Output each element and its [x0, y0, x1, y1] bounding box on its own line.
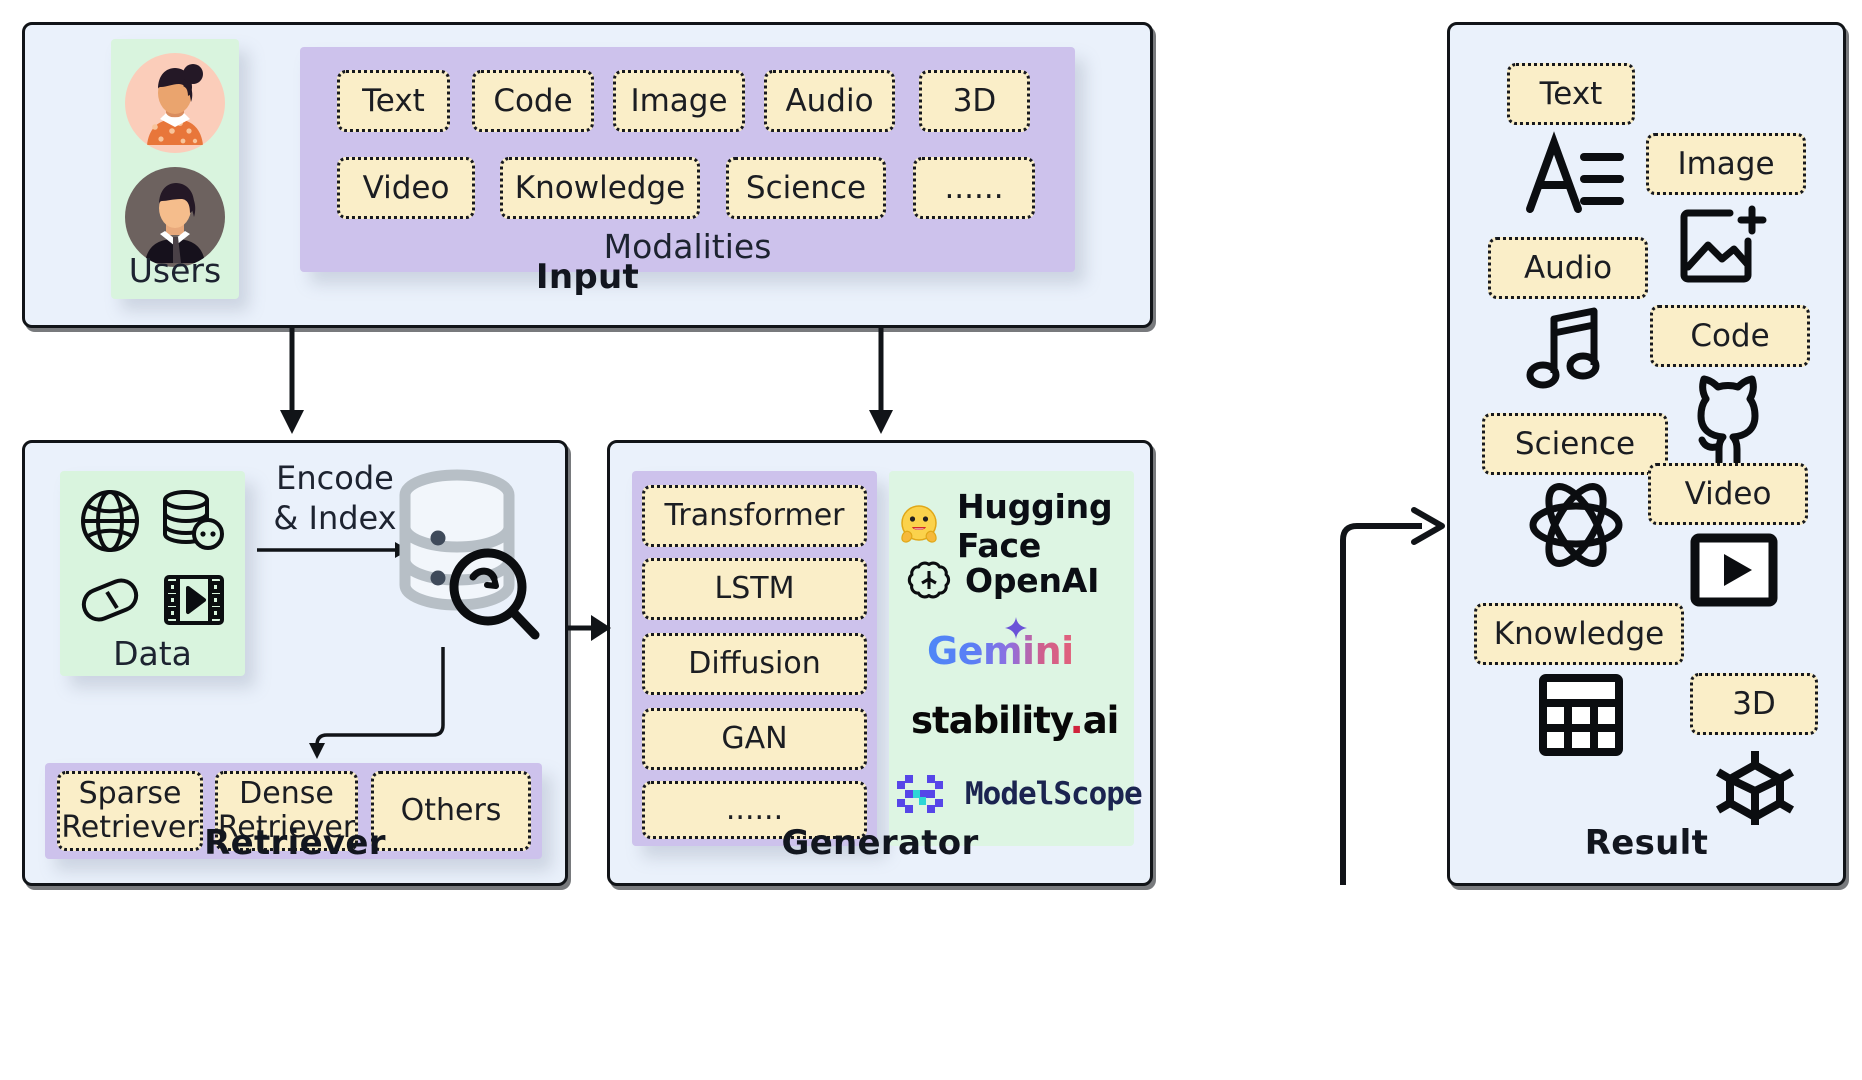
retriever-to-generator-arrow	[565, 615, 611, 641]
text-format-icon	[1522, 131, 1628, 215]
video-play-icon	[1690, 533, 1778, 607]
result-tile-science[interactable]: Science	[1482, 413, 1668, 475]
providers-group: Hugging Face OpenAI Gemini stability.ai …	[889, 471, 1143, 846]
result-panel-title: Result	[1584, 823, 1709, 863]
provider-label: OpenAI	[965, 560, 1100, 600]
generator-panel-title: Generator	[781, 823, 979, 863]
encode-index-label-line2: & Index	[273, 499, 397, 537]
result-label: Audio	[1523, 249, 1613, 286]
retriever-panel-title: Retriever	[204, 823, 386, 863]
model-label: Transformer	[664, 498, 845, 534]
model-label: GAN	[721, 721, 788, 757]
result-tile-3d[interactable]: 3D	[1690, 673, 1818, 735]
result-tile-knowledge[interactable]: Knowledge	[1474, 603, 1684, 665]
diagram-canvas: Users Text Code Image Audio 3D Video Kno…	[0, 0, 1862, 1080]
index-to-retrievers-arrow	[309, 647, 445, 759]
film-strip-icon	[162, 571, 226, 629]
capsule-pill-icon	[78, 571, 142, 629]
provider-gemini[interactable]: Gemini	[927, 617, 1074, 673]
provider-label: ModelScope	[965, 776, 1143, 812]
music-note-icon	[1526, 307, 1608, 391]
modality-label: Code	[493, 82, 573, 119]
cube-3d-icon	[1712, 747, 1798, 829]
provider-openai[interactable]: OpenAI	[907, 558, 1099, 602]
github-cat-icon	[1690, 373, 1774, 466]
modality-label: Audio	[785, 82, 874, 119]
openai-knot-icon	[907, 558, 951, 602]
result-tile-image[interactable]: Image	[1646, 133, 1806, 195]
modality-tile[interactable]: ......	[913, 157, 1035, 219]
model-label: ......	[725, 792, 784, 828]
result-panel: Text Image Audio Code Science Video Know…	[1447, 22, 1846, 886]
encode-index-label-line1: Encode	[276, 459, 394, 497]
input-to-retriever-arrow	[280, 328, 304, 434]
input-panel-title: Input	[535, 257, 640, 297]
globe-icon	[78, 489, 142, 553]
result-label: Code	[1690, 317, 1770, 354]
result-label: Video	[1684, 475, 1772, 512]
modality-label: Text	[362, 82, 425, 119]
modality-tile[interactable]: Knowledge	[500, 157, 700, 219]
result-label: Knowledge	[1493, 615, 1665, 652]
modality-tile[interactable]: Image	[613, 70, 745, 132]
modality-tile[interactable]: Video	[337, 157, 475, 219]
modality-label: Image	[630, 82, 728, 119]
model-tile[interactable]: Transformer	[642, 485, 867, 547]
generator-panel: Transformer LSTM Diffusion GAN ...... Hu…	[607, 440, 1153, 886]
result-label: 3D	[1732, 685, 1776, 722]
input-to-generator-arrow	[869, 328, 893, 434]
modality-label: Knowledge	[514, 169, 686, 206]
modalities-group: Text Code Image Audio 3D Video Knowledge…	[300, 47, 1075, 272]
modality-tile[interactable]: 3D	[919, 70, 1030, 132]
database-stack-icon	[160, 489, 226, 553]
modality-tile[interactable]: Text	[337, 70, 450, 132]
table-grid-icon	[1538, 673, 1624, 757]
modality-tile[interactable]: Science	[726, 157, 886, 219]
modality-label: 3D	[952, 82, 997, 119]
result-label: Image	[1677, 145, 1775, 182]
modality-label: Video	[362, 169, 450, 206]
provider-label: Gemini	[927, 629, 1074, 673]
add-image-icon	[1678, 205, 1770, 287]
result-label: Text	[1539, 75, 1603, 112]
modality-tile[interactable]: Audio	[764, 70, 895, 132]
hugging-face-emoji-icon	[895, 502, 943, 550]
result-tile-code[interactable]: Code	[1650, 305, 1810, 367]
model-tile[interactable]: Diffusion	[642, 633, 867, 695]
data-group: Data	[60, 471, 245, 676]
database-search-icon	[395, 465, 543, 645]
atom-icon	[1529, 480, 1623, 570]
modality-tile[interactable]: Code	[472, 70, 594, 132]
modality-label: Science	[745, 169, 867, 206]
gemini-sparkle-icon	[1005, 617, 1027, 639]
generator-to-result-arrow	[1340, 507, 1445, 885]
model-label: Diffusion	[688, 646, 821, 682]
retriever-panel: Data Encode & Index Sparse Retriever Den…	[22, 440, 568, 886]
provider-label: Hugging Face	[957, 487, 1113, 565]
result-tile-text[interactable]: Text	[1507, 63, 1635, 125]
female-user-avatar	[125, 53, 225, 153]
result-label: Science	[1514, 425, 1636, 462]
model-tile[interactable]: GAN	[642, 708, 867, 770]
data-to-index-arrow	[257, 542, 409, 558]
input-panel: Users Text Code Image Audio 3D Video Kno…	[22, 22, 1153, 328]
provider-stability[interactable]: stability.ai	[911, 699, 1119, 742]
modality-label: ......	[944, 169, 1004, 206]
provider-hugging-face[interactable]: Hugging Face	[895, 487, 1134, 565]
data-label: Data	[113, 634, 192, 673]
result-tile-video[interactable]: Video	[1648, 463, 1808, 525]
provider-modelscope[interactable]: ModelScope	[897, 775, 1143, 813]
model-tile[interactable]: LSTM	[642, 558, 867, 620]
models-group: Transformer LSTM Diffusion GAN ......	[632, 471, 877, 846]
model-label: LSTM	[714, 571, 795, 607]
modelscope-pixel-icon	[897, 775, 951, 813]
provider-label: stability.ai	[911, 699, 1119, 742]
result-tile-audio[interactable]: Audio	[1488, 237, 1648, 299]
